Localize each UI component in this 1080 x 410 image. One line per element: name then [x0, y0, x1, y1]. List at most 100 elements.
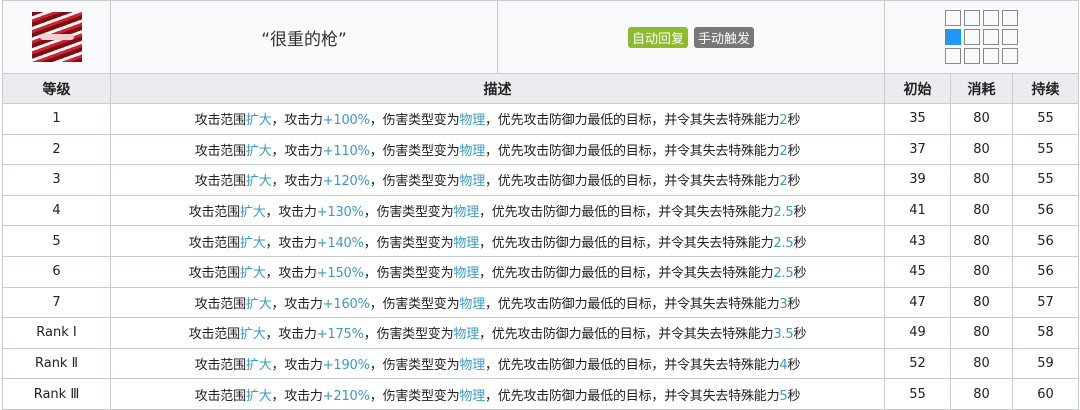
desc-text: ，优先攻击防御力最低的目标，并令其失去特殊能力: [479, 266, 774, 282]
skill-tag: 自动回复: [627, 26, 688, 48]
atk-bonus: +130%: [316, 205, 364, 221]
desc-text: 秒: [793, 205, 807, 221]
desc-highlight: 物理: [459, 296, 485, 312]
desc-text: 攻击范围: [188, 205, 240, 221]
level: Rank Ⅱ: [2, 347, 111, 380]
duration: 56: [1011, 255, 1080, 288]
level: 6: [2, 255, 111, 288]
desc-text: 攻击范围: [194, 388, 246, 404]
desc-text: 攻击范围: [194, 358, 246, 374]
desc-text: 秒: [793, 266, 807, 282]
disable-time: 3.5: [773, 327, 794, 343]
desc-text: 攻击范围: [188, 235, 240, 251]
desc-highlight: 物理: [459, 174, 485, 190]
desc-text: 秒: [787, 113, 801, 129]
desc-highlight: 物理: [453, 327, 479, 343]
desc-text: ，优先攻击防御力最低的目标，并令其失去特殊能力: [479, 235, 774, 251]
initial-sp: 43: [884, 225, 951, 257]
duration: 57: [1011, 286, 1080, 319]
sp-cost: 80: [950, 225, 1013, 257]
table-row: 7 攻击范围扩大，攻击力+160%，伤害类型变为物理，优先攻击防御力最低的目标，…: [2, 286, 1080, 319]
desc-text: ，攻击力: [271, 174, 323, 190]
range-cell-square: [983, 48, 1000, 64]
description: 攻击范围扩大，攻击力+150%，伤害类型变为物理，优先攻击防御力最低的目标，并令…: [110, 255, 885, 288]
sp-cost: 80: [950, 347, 1013, 380]
desc-text: 秒: [787, 358, 801, 374]
desc-text: ，伤害类型变为: [369, 143, 460, 159]
duration: 58: [1011, 317, 1080, 349]
desc-text: 秒: [787, 296, 801, 312]
atk-bonus: +120%: [322, 174, 370, 190]
range-cell: [883, 0, 1080, 74]
desc-text: ，优先攻击防御力最低的目标，并令其失去特殊能力: [479, 205, 774, 221]
desc-highlight: 扩大: [239, 205, 266, 221]
description: 攻击范围扩大，攻击力+100%，伤害类型变为物理，优先攻击防御力最低的目标，并令…: [110, 103, 885, 135]
desc-text: ，优先攻击防御力最低的目标，并令其失去特殊能力: [485, 143, 780, 159]
desc-text: ，伤害类型变为: [369, 113, 460, 129]
desc-text: ，伤害类型变为: [363, 327, 454, 343]
duration: 55: [1011, 164, 1080, 196]
desc-text: 攻击范围: [194, 143, 246, 159]
desc-highlight: 物理: [453, 266, 479, 282]
range-cell-square: [945, 29, 962, 45]
desc-text: ，攻击力: [265, 235, 317, 251]
desc-highlight: 物理: [459, 113, 485, 129]
initial-sp: 52: [884, 347, 951, 380]
desc-highlight: 扩大: [245, 143, 272, 159]
sp-cost: 80: [950, 103, 1013, 135]
desc-text: ，攻击力: [271, 388, 323, 404]
initial-sp: 55: [884, 378, 951, 410]
desc-text: ，优先攻击防御力最低的目标，并令其失去特殊能力: [485, 174, 780, 190]
desc-text: 攻击范围: [194, 296, 246, 312]
header-cost: 消耗: [950, 73, 1013, 104]
level: 3: [2, 164, 111, 196]
desc-text: 秒: [787, 174, 801, 190]
desc-highlight: 扩大: [245, 296, 272, 312]
level: Rank Ⅲ: [2, 378, 111, 410]
table-row: 3 攻击范围扩大，攻击力+120%，伤害类型变为物理，优先攻击防御力最低的目标，…: [2, 164, 1080, 196]
description: 攻击范围扩大，攻击力+160%，伤害类型变为物理，优先攻击防御力最低的目标，并令…: [110, 286, 885, 319]
table-row: Rank Ⅰ 攻击范围扩大，攻击力+175%，伤害类型变为物理，优先攻击防御力最…: [2, 317, 1080, 349]
sp-cost: 80: [950, 133, 1013, 166]
desc-highlight: 物理: [453, 235, 479, 251]
desc-highlight: 扩大: [245, 113, 272, 129]
desc-text: 秒: [787, 143, 801, 159]
level: Rank Ⅰ: [2, 317, 111, 349]
table-row: 2 攻击范围扩大，攻击力+110%，伤害类型变为物理，优先攻击防御力最低的目标，…: [2, 133, 1080, 166]
disable-time: 2.5: [773, 266, 794, 282]
header-level: 等级: [2, 73, 111, 104]
duration: 59: [1011, 347, 1080, 380]
header-desc: 描述: [110, 73, 885, 104]
duration: 56: [1011, 225, 1080, 257]
atk-bonus: +160%: [322, 296, 370, 312]
level: 1: [2, 103, 111, 135]
initial-sp: 47: [884, 286, 951, 319]
initial-sp: 45: [884, 255, 951, 288]
desc-highlight: 物理: [453, 205, 479, 221]
table-row: 6 攻击范围扩大，攻击力+150%，伤害类型变为物理，优先攻击防御力最低的目标，…: [2, 255, 1080, 288]
range-cell-square: [983, 29, 1000, 45]
sp-cost: 80: [950, 317, 1013, 349]
desc-text: 攻击范围: [194, 113, 246, 129]
atk-bonus: +150%: [316, 266, 364, 282]
range-cell-square: [1002, 29, 1019, 45]
sp-cost: 80: [950, 255, 1013, 288]
desc-text: ，优先攻击防御力最低的目标，并令其失去特殊能力: [485, 358, 780, 374]
desc-highlight: 物理: [459, 388, 485, 404]
desc-text: ，伤害类型变为: [363, 235, 454, 251]
desc-text: ，伤害类型变为: [363, 205, 454, 221]
desc-text: ，攻击力: [271, 113, 323, 129]
desc-text: ，优先攻击防御力最低的目标，并令其失去特殊能力: [485, 113, 780, 129]
range-cell-square: [1002, 10, 1019, 26]
skill-icon: [31, 12, 82, 62]
range-grid-icon: [885, 10, 1078, 64]
initial-sp: 39: [884, 164, 951, 196]
desc-highlight: 扩大: [239, 327, 266, 343]
desc-text: ，伤害类型变为: [369, 174, 460, 190]
desc-highlight: 扩大: [239, 266, 266, 282]
table-row: Rank Ⅲ 攻击范围扩大，攻击力+210%，伤害类型变为物理，优先攻击防御力最…: [2, 378, 1080, 410]
desc-text: ，伤害类型变为: [363, 266, 454, 282]
skill-icon-cell: [2, 0, 111, 74]
initial-sp: 35: [884, 103, 951, 135]
desc-text: ，伤害类型变为: [369, 358, 460, 374]
